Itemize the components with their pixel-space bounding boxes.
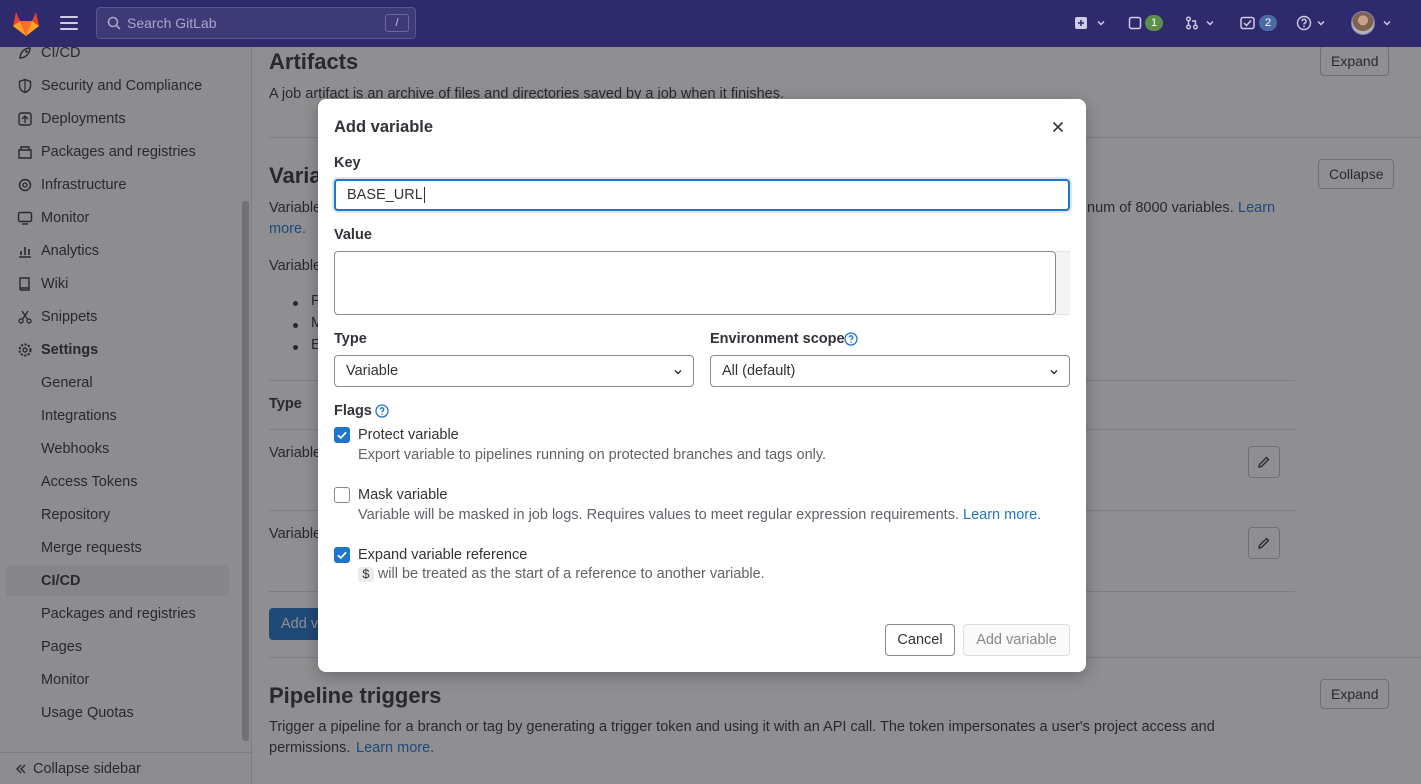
mask-variable-help-text: Variable will be masked in job logs. Req… <box>358 507 959 523</box>
check-icon <box>337 551 347 560</box>
search-bar[interactable]: Search GitLab / <box>96 7 416 39</box>
textarea-scrollbar[interactable] <box>1056 251 1070 315</box>
type-label: Type <box>334 331 367 347</box>
protect-variable-help: Export variable to pipelines running on … <box>358 447 827 463</box>
environment-scope-value: All (default) <box>722 363 796 379</box>
top-navbar: Search GitLab / 1 2 <box>0 0 1421 47</box>
check-icon <box>337 431 347 440</box>
todos-count-badge: 2 <box>1259 15 1277 31</box>
type-select-value: Variable <box>346 363 399 379</box>
gitlab-logo-icon[interactable] <box>11 9 41 37</box>
expand-variable-help: $ will be treated as the start of a refer… <box>358 566 765 582</box>
modal-title: Add variable <box>334 118 434 136</box>
chevron-down-icon <box>674 369 682 375</box>
help-button[interactable] <box>1296 12 1326 34</box>
mask-variable-help: Variable will be masked in job logs. Req… <box>358 507 1041 523</box>
add-variable-button[interactable]: Add variable <box>963 624 1070 656</box>
key-input[interactable]: BASE_URL <box>334 179 1070 211</box>
add-variable-modal: Add variable Key BASE_URL Value Type Var… <box>318 99 1086 672</box>
text-caret <box>423 187 425 204</box>
help-icon <box>1296 15 1312 31</box>
key-label: Key <box>334 155 361 171</box>
plus-square-icon <box>1075 17 1087 29</box>
issues-icon <box>1128 16 1142 30</box>
create-new-button[interactable] <box>1074 12 1106 34</box>
todo-icon <box>1240 16 1255 30</box>
environment-scope-label: Environment scope <box>710 331 845 347</box>
protect-variable-label[interactable]: Protect variable <box>358 427 459 443</box>
todos-button[interactable]: 2 <box>1240 12 1277 34</box>
expand-variable-help-text: will be treated as the start of a refere… <box>377 566 765 582</box>
search-icon <box>107 16 121 30</box>
question-circle-icon[interactable] <box>375 404 389 418</box>
merge-request-icon <box>1186 16 1198 30</box>
protect-variable-checkbox[interactable] <box>334 427 350 443</box>
key-input-value: BASE_URL <box>347 187 423 203</box>
chevron-down-icon <box>1317 20 1325 26</box>
chevron-down-icon <box>1383 20 1391 26</box>
issues-button[interactable]: 1 <box>1128 12 1163 34</box>
value-textarea[interactable] <box>334 251 1056 315</box>
expand-variable-label[interactable]: Expand variable reference <box>358 547 527 563</box>
type-select[interactable]: Variable <box>334 355 694 387</box>
value-label: Value <box>334 227 372 243</box>
question-circle-icon[interactable] <box>844 332 858 346</box>
close-icon[interactable] <box>1050 119 1066 135</box>
mask-learn-more-link[interactable]: Learn more. <box>963 507 1041 523</box>
merge-requests-button[interactable] <box>1185 12 1215 34</box>
issues-count-badge: 1 <box>1145 15 1163 31</box>
menu-icon[interactable] <box>60 14 78 30</box>
search-shortcut: / <box>385 14 409 32</box>
cancel-button[interactable]: Cancel <box>885 624 955 656</box>
expand-variable-checkbox[interactable] <box>334 547 350 563</box>
dollar-code: $ <box>358 567 374 582</box>
user-menu-chevron[interactable] <box>1382 12 1392 34</box>
chevron-down-icon <box>1097 20 1105 26</box>
environment-scope-select[interactable]: All (default) <box>710 355 1070 387</box>
chevron-down-icon <box>1206 20 1214 26</box>
chevron-down-icon <box>1050 369 1058 375</box>
user-avatar[interactable] <box>1351 11 1375 35</box>
mask-variable-checkbox[interactable] <box>334 487 350 503</box>
mask-variable-label[interactable]: Mask variable <box>358 487 447 503</box>
search-placeholder: Search GitLab <box>127 15 217 31</box>
flags-label: Flags <box>334 403 372 419</box>
